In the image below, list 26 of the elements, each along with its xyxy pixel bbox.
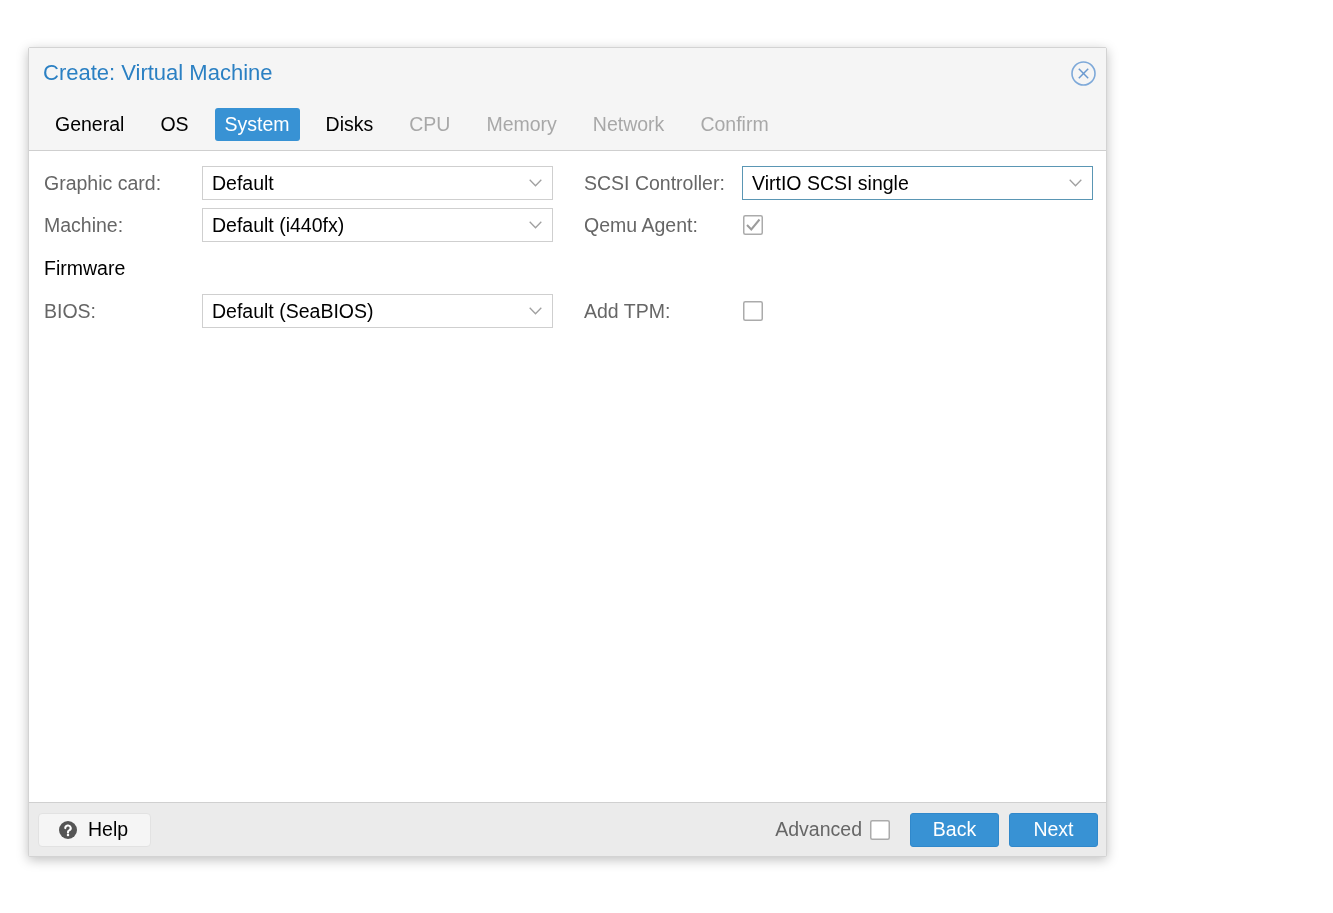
tab[interactable]: OS [150,108,199,141]
field-label: Add TPM: [584,299,672,323]
dropdown-field[interactable]: Default (i440fx) [202,208,553,242]
dropdown-field[interactable]: Default [202,166,553,200]
chevron-down-icon [1069,179,1082,187]
checkbox[interactable] [743,301,763,321]
chevron-down-icon [529,307,542,315]
checkbox-label: Advanced [775,818,862,841]
tab[interactable]: Disks [315,108,384,141]
tab[interactable]: General [45,108,135,141]
chevron-down-icon [529,179,542,187]
close-icon[interactable] [1071,60,1096,86]
chevron-down-icon [529,221,542,229]
checkbox[interactable] [870,819,890,840]
help-icon [59,820,77,839]
field-label: Machine: [44,213,125,237]
dropdown-field[interactable]: Default (SeaBIOS) [202,294,553,328]
section-heading: Firmware [44,256,126,280]
window-title: Create: Virtual Machine [43,59,273,87]
field-label: Qemu Agent: [584,213,699,237]
checkbox[interactable] [743,215,763,235]
help-button[interactable]: Help [38,812,152,847]
field-label: SCSI Controller: [584,171,726,195]
dropdown-field[interactable]: VirtIO SCSI single [742,166,1093,200]
field-label: BIOS: [44,299,98,323]
field-label: Graphic card: [44,171,163,195]
